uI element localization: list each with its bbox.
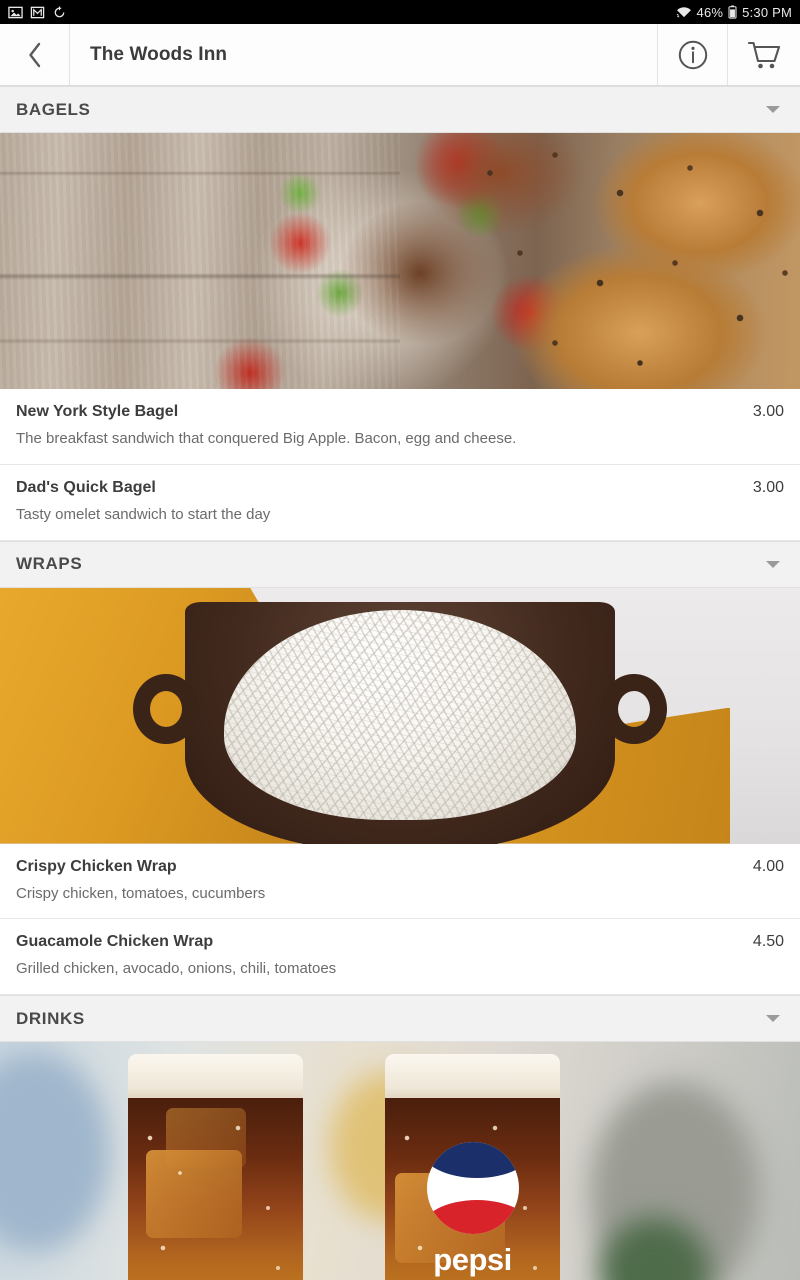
pepsi-wordmark: pepsi	[433, 1242, 512, 1277]
rice-mound	[224, 609, 576, 820]
info-button[interactable]	[658, 24, 728, 85]
cola-bubbles	[128, 1098, 303, 1280]
section-header-bagels[interactable]: BAGELS	[0, 86, 800, 133]
bowl-handle-right	[601, 673, 667, 744]
menu-item-price: 4.50	[752, 933, 784, 951]
battery-icon	[728, 5, 737, 19]
cart-button[interactable]	[728, 24, 800, 85]
menu-item[interactable]: Crispy Chicken Wrap 4.00 Crispy chicken,…	[0, 843, 800, 920]
bagel-seed-texture	[460, 133, 800, 389]
app-header: The Woods Inn	[0, 24, 800, 86]
cola-foam	[385, 1054, 560, 1102]
menu-item-name: Guacamole Chicken Wrap	[16, 933, 214, 951]
menu-item-header: Guacamole Chicken Wrap 4.50	[16, 933, 784, 951]
section-photo-wraps	[0, 587, 800, 844]
menu-item-price: 3.00	[752, 403, 784, 420]
chevron-down-icon[interactable]	[766, 1015, 780, 1022]
shopping-cart-icon	[747, 41, 781, 68]
section-title: BAGELS	[16, 99, 91, 119]
cola-liquid	[128, 1098, 303, 1280]
ceramic-bowl	[133, 601, 667, 844]
menu-item-description: The breakfast sandwich that conquered Bi…	[16, 430, 517, 447]
status-bar: 46% 5:30 PM	[0, 0, 800, 24]
wood-table-texture	[0, 133, 400, 389]
back-button[interactable]	[0, 24, 70, 85]
pepsi-logo-icon	[426, 1142, 519, 1234]
page-title: The Woods Inn	[90, 43, 228, 65]
menu-item-header: Dad's Quick Bagel 3.00	[16, 479, 784, 497]
cola-glass-left	[128, 1054, 303, 1280]
chevron-down-icon[interactable]	[766, 106, 780, 113]
menu-item-name: Crispy Chicken Wrap	[16, 857, 177, 875]
status-bar-left-icons	[8, 5, 67, 20]
sync-icon	[54, 6, 65, 17]
status-bar-right: 46% 5:30 PM	[676, 5, 792, 20]
menu-item-description: Tasty omelet sandwich to start the day	[16, 505, 271, 523]
gmail-icon	[30, 6, 45, 18]
menu-item-header: New York Style Bagel 3.00	[16, 403, 784, 421]
back-chevron-icon	[28, 42, 40, 67]
pepsi-logo-inner	[434, 1149, 512, 1227]
menu-item-name: New York Style Bagel	[16, 403, 179, 420]
menu-item-name: Dad's Quick Bagel	[16, 478, 156, 496]
section-photo-bagels	[0, 133, 800, 389]
background-blur-left	[0, 1052, 110, 1252]
section-title: WRAPS	[16, 554, 83, 573]
rice-grain-texture	[224, 609, 576, 820]
menu-item[interactable]: New York Style Bagel 3.00 The breakfast …	[0, 389, 800, 465]
bowl-handle-left	[133, 673, 199, 744]
cola-foam	[128, 1054, 303, 1102]
photo-icon	[8, 6, 23, 18]
section-title: DRINKS	[16, 1008, 85, 1028]
menu-item[interactable]: Guacamole Chicken Wrap 4.50 Grilled chic…	[0, 919, 800, 995]
cola-glass-right: pepsi	[385, 1054, 560, 1280]
menu-item[interactable]: Dad's Quick Bagel 3.00 Tasty omelet sand…	[0, 464, 800, 541]
clock-label: 5:30 PM	[742, 4, 792, 20]
section-header-wraps[interactable]: WRAPS	[0, 540, 800, 588]
wifi-icon	[676, 6, 691, 18]
section-header-drinks[interactable]: DRINKS	[0, 995, 800, 1042]
battery-percent-label: 46%	[696, 4, 724, 20]
chevron-down-icon[interactable]	[766, 560, 780, 568]
section-photo-drinks: pepsi	[0, 1042, 800, 1280]
info-icon	[678, 40, 707, 69]
menu-item-description: Crispy chicken, tomatoes, cucumbers	[16, 884, 266, 902]
menu-item-description: Grilled chicken, avocado, onions, chili,…	[16, 960, 337, 978]
page-title-container: The Woods Inn	[70, 24, 658, 85]
menu-item-price: 3.00	[752, 478, 784, 496]
menu-item-header: Crispy Chicken Wrap 4.00	[16, 858, 784, 876]
menu-item-price: 4.00	[752, 857, 784, 875]
